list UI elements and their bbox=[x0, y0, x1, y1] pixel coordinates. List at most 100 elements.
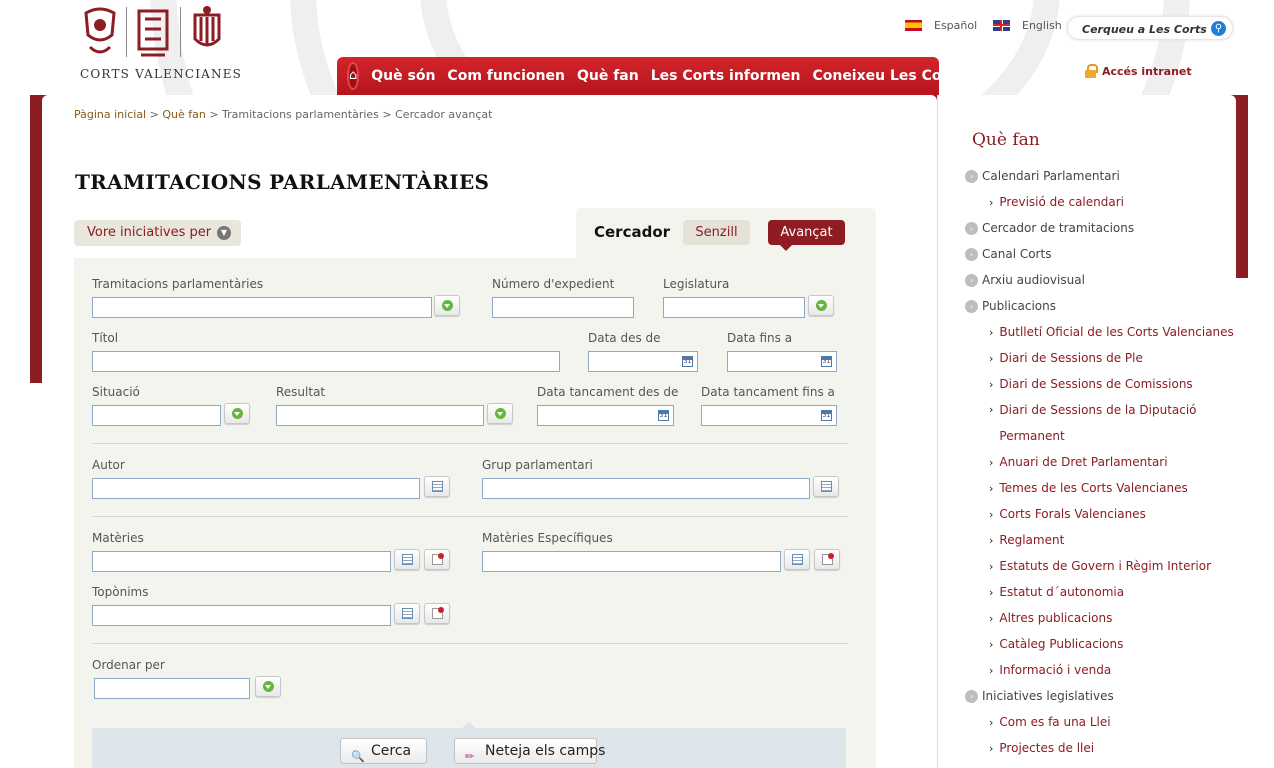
chevron-right-icon: › bbox=[989, 585, 994, 599]
search-icon[interactable]: ⚲ bbox=[1211, 21, 1226, 36]
tancament-des-input[interactable]: 31 bbox=[537, 405, 674, 426]
data-des-input[interactable]: 31 bbox=[588, 351, 698, 372]
sidebar-subitem[interactable]: › Diari de Sessions de Comissions bbox=[965, 371, 1235, 397]
nav-item-que-fan[interactable]: Què fan bbox=[577, 68, 639, 84]
breadcrumb-home[interactable]: Pàgina inicial bbox=[74, 108, 146, 121]
toponims-label: Topònims bbox=[92, 585, 149, 599]
search-mode-title: Cercador bbox=[594, 223, 671, 241]
materies-clear-button[interactable] bbox=[424, 549, 450, 570]
materies-especifiques-input[interactable] bbox=[482, 551, 781, 572]
materies-especifiques-clear-button[interactable] bbox=[814, 549, 840, 570]
sidebar-subitem[interactable]: › Reglament bbox=[965, 527, 1235, 553]
lock-icon bbox=[1085, 64, 1098, 78]
sidebar-subitem[interactable]: › Com es fa una Llei bbox=[965, 709, 1235, 735]
chevron-down-icon: ▼ bbox=[217, 226, 231, 240]
nav-item-coneixeu-les-corts[interactable]: Coneixeu Les Corts bbox=[812, 68, 963, 84]
ordenar-input[interactable] bbox=[94, 678, 250, 699]
sidebar-item-label: Diari de Sessions de la Diputació Perman… bbox=[999, 403, 1197, 443]
resultat-label: Resultat bbox=[276, 385, 326, 399]
chevron-right-icon: › bbox=[989, 559, 994, 573]
sidebar-item[interactable]: › Calendari Parlamentari bbox=[965, 163, 1235, 189]
toponims-clear-button[interactable] bbox=[424, 603, 450, 624]
situacio-dropdown-button[interactable] bbox=[224, 403, 250, 424]
sidebar-item[interactable]: › Iniciatives legislatives bbox=[965, 683, 1235, 709]
list-icon bbox=[402, 608, 413, 619]
sidebar-subitem[interactable]: › Diari de Sessions de Ple bbox=[965, 345, 1235, 371]
site-search-placeholder: Cerqueu a Les Corts bbox=[1082, 23, 1207, 36]
sidebar-subitem[interactable]: › Projectes de llei bbox=[965, 735, 1235, 761]
calendar-icon[interactable]: 31 bbox=[821, 356, 832, 367]
autor-input[interactable] bbox=[92, 478, 420, 499]
sidebar-item-label: Calendari Parlamentari bbox=[982, 169, 1120, 183]
crest-icon bbox=[193, 6, 221, 47]
toponims-list-button[interactable] bbox=[394, 603, 420, 624]
nav-item-les-corts-informen[interactable]: Les Corts informen bbox=[651, 68, 801, 84]
materies-list-button[interactable] bbox=[394, 549, 420, 570]
tramitacions-dropdown-button[interactable] bbox=[434, 295, 460, 316]
list-icon bbox=[792, 554, 803, 565]
sidebar-item[interactable]: › Cercador de tramitacions bbox=[965, 215, 1235, 241]
sidebar-item[interactable]: › Arxiu audiovisual bbox=[965, 267, 1235, 293]
situacio-input[interactable] bbox=[92, 405, 221, 426]
resultat-dropdown-button[interactable] bbox=[487, 403, 513, 424]
sidebar-subitem[interactable]: › Butlletí Oficial de les Corts Valencian… bbox=[965, 319, 1235, 345]
chevron-right-icon: › bbox=[989, 351, 994, 365]
tancament-fins-input[interactable]: 31 bbox=[701, 405, 837, 426]
sidebar-subitem[interactable]: › Estatuts de Govern i Règim Interior bbox=[965, 553, 1235, 579]
toponims-input[interactable] bbox=[92, 605, 391, 626]
language-spanish[interactable]: Español bbox=[905, 19, 977, 32]
autor-list-button[interactable] bbox=[424, 476, 450, 497]
tab-simple-search[interactable]: Senzill bbox=[683, 220, 750, 245]
filter-dropdown-label: Vore iniciatives per bbox=[87, 225, 212, 240]
sidebar-item-label: Catàleg Publicacions bbox=[999, 637, 1124, 651]
language-english[interactable]: English bbox=[993, 19, 1062, 32]
ordenar-dropdown-button[interactable] bbox=[255, 676, 281, 697]
expedient-input[interactable] bbox=[492, 297, 634, 318]
materies-especifiques-list-button[interactable] bbox=[784, 549, 810, 570]
sidebar-subitem[interactable]: › Temes de les Corts Valencianes bbox=[965, 475, 1235, 501]
crest-icon bbox=[84, 7, 116, 54]
clear-fields-button[interactable]: ✏ Neteja els camps bbox=[454, 738, 605, 764]
calendar-icon[interactable]: 31 bbox=[658, 410, 669, 421]
sidebar-subitem[interactable]: › Anuari de Dret Parlamentari bbox=[965, 449, 1235, 475]
sidebar-subitem[interactable]: › Diari de Sessions de la Diputació Perma… bbox=[965, 397, 1235, 449]
materies-input[interactable] bbox=[92, 551, 391, 572]
tab-advanced-search[interactable]: Avançat bbox=[768, 220, 845, 251]
sidebar-subitem[interactable]: › Altres publicacions bbox=[965, 605, 1235, 631]
site-search-input[interactable]: Cerqueu a Les Corts ⚲ bbox=[1067, 16, 1233, 40]
calendar-icon[interactable]: 31 bbox=[682, 356, 693, 367]
sidebar-item-label: Iniciatives legislatives bbox=[982, 689, 1114, 703]
circle-chevron-icon: › bbox=[965, 247, 978, 261]
chevron-right-icon: › bbox=[989, 403, 994, 416]
sidebar-subitem[interactable]: › Corts Forals Valencianes bbox=[965, 501, 1235, 527]
legislatura-input[interactable] bbox=[663, 297, 805, 318]
nav-item-que-son[interactable]: Què són bbox=[371, 68, 435, 84]
chevron-right-icon: › bbox=[989, 195, 994, 209]
grup-list-button[interactable] bbox=[813, 476, 839, 497]
sidebar-subitem[interactable]: › Catàleg Publicacions bbox=[965, 631, 1235, 657]
site-logo[interactable]: CORTS VALENCIANES bbox=[80, 5, 241, 81]
filter-dropdown[interactable]: Vore iniciatives per ▼ bbox=[74, 220, 241, 246]
breadcrumb-separator: > bbox=[209, 108, 219, 121]
sidebar-subitem[interactable]: › Previsió de calendari bbox=[965, 189, 1235, 215]
sidebar-item[interactable]: › Publicacions bbox=[965, 293, 1235, 319]
legislatura-dropdown-button[interactable] bbox=[808, 295, 834, 316]
search-button[interactable]: 🔍 Cerca bbox=[340, 738, 427, 764]
intranet-link[interactable]: Accés intranet bbox=[1085, 64, 1192, 78]
grup-input[interactable] bbox=[482, 478, 810, 499]
resultat-input[interactable] bbox=[276, 405, 484, 426]
titol-input[interactable] bbox=[92, 351, 560, 372]
clear-field-icon bbox=[432, 553, 444, 565]
data-fins-input[interactable]: 31 bbox=[727, 351, 837, 372]
sidebar-subitem[interactable]: › Informació i venda bbox=[965, 657, 1235, 683]
sidebar-subitem[interactable]: › Estatut d´autonomia bbox=[965, 579, 1235, 605]
main-navigation: ⌂ Què són Com funcionen Què fan Les Cort… bbox=[337, 57, 963, 95]
nav-item-com-funcionen[interactable]: Com funcionen bbox=[447, 68, 565, 84]
sidebar-item[interactable]: › Canal Corts bbox=[965, 241, 1235, 267]
calendar-icon[interactable]: 31 bbox=[821, 410, 832, 421]
home-icon[interactable]: ⌂ bbox=[347, 62, 360, 90]
logo-separator bbox=[180, 7, 181, 57]
sidebar-item-label: Diari de Sessions de Comissions bbox=[999, 377, 1193, 391]
breadcrumb-que-fan[interactable]: Què fan bbox=[162, 108, 205, 121]
tramitacions-input[interactable] bbox=[92, 297, 432, 318]
